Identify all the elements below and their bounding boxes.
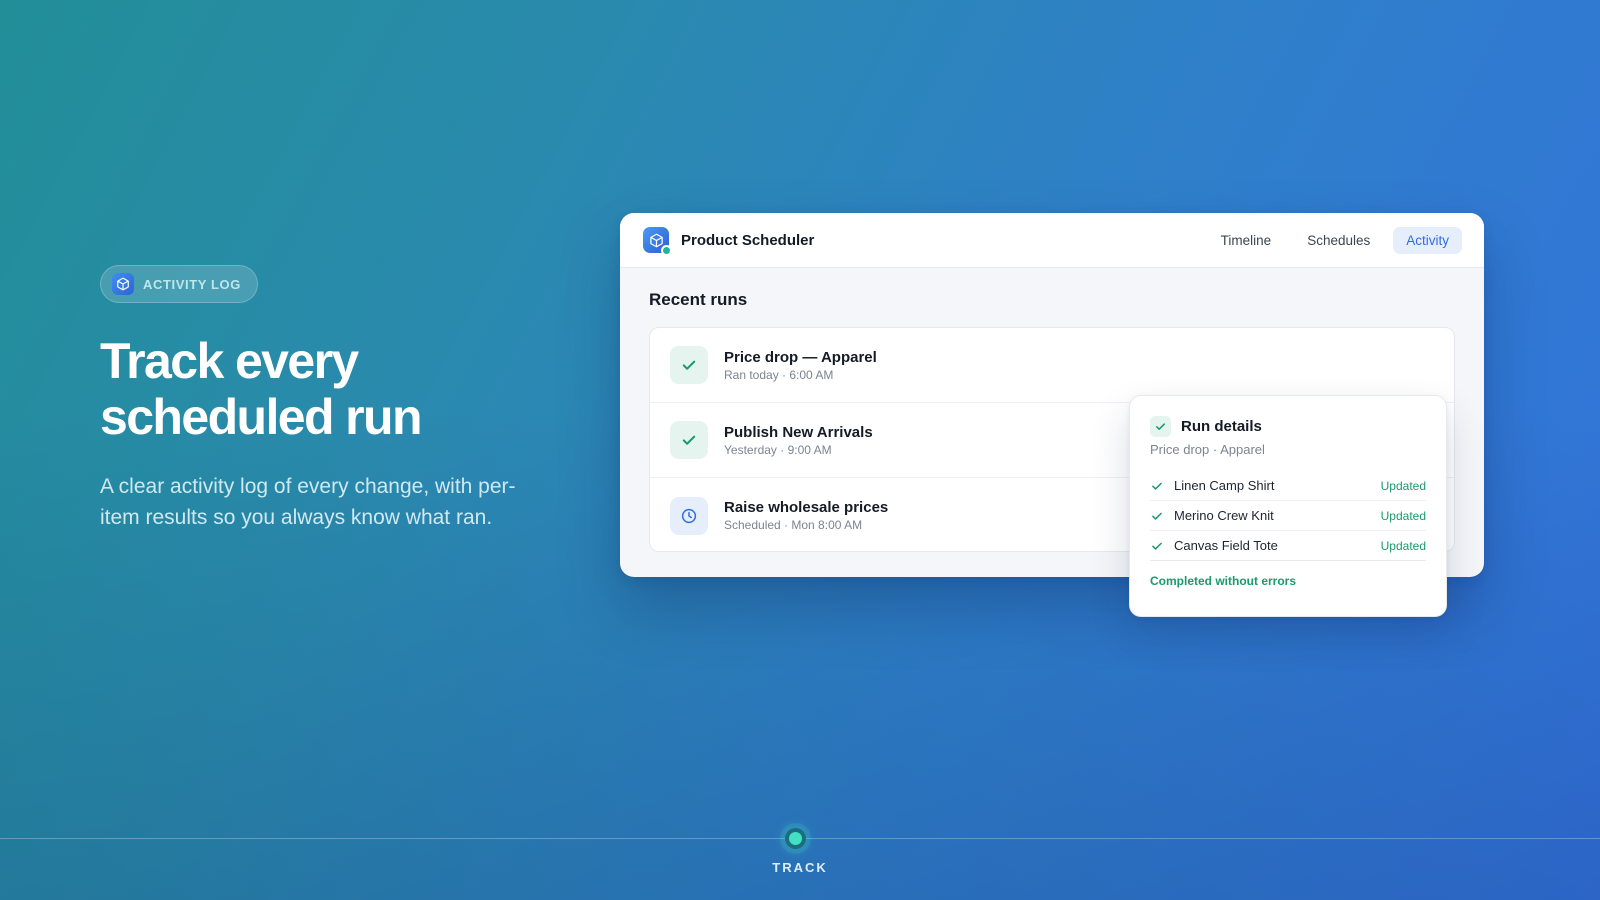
run-item-status: Updated [1380, 478, 1426, 493]
run-details-panel: Run details Price drop · Apparel Linen C… [1129, 395, 1447, 617]
progress-step-label: TRACK [772, 860, 828, 875]
hero-subtitle: A clear activity log of every change, wi… [100, 475, 516, 529]
check-icon [670, 346, 708, 384]
clock-icon [670, 496, 708, 535]
app-header: Product Scheduler Timeline Schedules Act… [620, 213, 1484, 268]
run-name: Publish New Arrivals [724, 423, 873, 441]
app-title: Product Scheduler [681, 231, 815, 249]
run-text: Publish New Arrivals Yesterday · 9:00 AM [724, 424, 873, 457]
check-icon [670, 421, 708, 459]
cube-icon [112, 273, 134, 295]
tab-activity[interactable]: Activity [1393, 226, 1462, 254]
run-item-status: Updated [1380, 508, 1426, 523]
run-item-name: Canvas Field Tote [1174, 538, 1278, 553]
run-item: Linen Camp Shirt Updated [1150, 471, 1426, 501]
run-row[interactable]: Price drop — Apparel Ran today · 6:00 AM [650, 328, 1454, 403]
progress-step-dot-inner [789, 832, 802, 845]
run-item-status: Updated [1380, 538, 1426, 553]
run-item-list: Linen Camp Shirt Updated Merino Crew Kni… [1150, 471, 1426, 561]
tab-schedules[interactable]: Schedules [1294, 227, 1383, 254]
run-text: Raise wholesale prices Scheduled · Mon 8… [724, 499, 888, 532]
main-content: Recent runs Price drop — Apparel Ran tod… [620, 268, 1484, 617]
run-meta: Yesterday · 9:00 AM [724, 442, 832, 457]
check-icon [1150, 509, 1166, 523]
run-item-name: Linen Camp Shirt [1174, 478, 1275, 493]
run-name: Raise wholesale prices [724, 499, 889, 516]
badge-label: ACTIVITY LOG [143, 276, 241, 292]
run-name: Price drop — Apparel [724, 348, 877, 366]
run-details-footer: Completed without errors [1150, 574, 1297, 588]
hero-title-line-1: Track every [100, 333, 359, 389]
check-icon [1150, 539, 1166, 553]
run-details-header: Run details [1150, 416, 1426, 437]
progress-step-dot[interactable] [785, 828, 806, 849]
run-details-subtitle: Price drop · Apparel [1150, 442, 1265, 457]
activity-log-badge: ACTIVITY LOG [100, 265, 258, 303]
tab-bar: Timeline Schedules Activity [1208, 226, 1462, 254]
run-item-name: Merino Crew Knit [1174, 508, 1274, 523]
hero-title: Track every scheduled run [100, 333, 560, 445]
run-meta: Scheduled · Mon 8:00 AM [724, 518, 863, 532]
app-window: Product Scheduler Timeline Schedules Act… [620, 213, 1484, 617]
app-logo-icon [643, 227, 672, 256]
run-item: Merino Crew Knit Updated [1150, 501, 1426, 531]
run-item: Canvas Field Tote Updated [1150, 531, 1426, 561]
section-title: Recent runs [649, 290, 748, 309]
hero-title-line-2: scheduled run [100, 389, 423, 445]
hero-section: ACTIVITY LOG Track every scheduled run A… [100, 265, 560, 533]
app-logo-status-dot [661, 245, 672, 256]
run-details-title: Run details [1181, 418, 1262, 435]
run-meta: Ran today · 6:00 AM [724, 367, 834, 382]
run-text: Price drop — Apparel Ran today · 6:00 AM [724, 349, 877, 382]
check-icon [1150, 416, 1171, 437]
check-icon [1150, 479, 1166, 493]
tab-timeline[interactable]: Timeline [1208, 227, 1285, 254]
